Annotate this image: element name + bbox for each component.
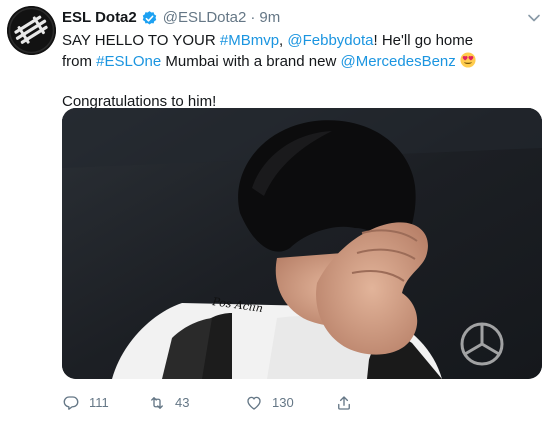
retweet-icon — [151, 397, 163, 409]
media-image[interactable]: Pos Aciin — [62, 108, 542, 379]
like-button[interactable]: 130 — [245, 393, 294, 413]
hashtag-eslone[interactable]: #ESLOne — [96, 53, 161, 70]
retweet-button[interactable]: 43 — [148, 393, 189, 413]
heart-eyes-emoji-icon — [460, 52, 476, 68]
share-button[interactable] — [335, 393, 353, 413]
handle[interactable]: @ESLDota2 — [163, 8, 247, 28]
reply-icon — [63, 396, 79, 410]
tweet-actions: 111 43 130 — [62, 393, 482, 413]
display-name[interactable]: ESL Dota2 — [62, 8, 137, 28]
verified-badge-icon — [142, 10, 156, 25]
reply-count: 111 — [89, 395, 109, 410]
separator: · — [250, 9, 256, 26]
tweet[interactable]: ESL Dota2 @ESLDota2 · 9m SAY HELLO TO YO… — [0, 0, 550, 423]
timestamp[interactable]: 9m — [259, 8, 280, 28]
tweet-text-lead: SAY HELLO TO YOUR — [62, 32, 220, 49]
player-photo: Pos Aciin — [62, 108, 542, 379]
like-count: 130 — [272, 395, 294, 410]
esl-logo-icon — [7, 6, 56, 55]
mention-mercedesbenz[interactable]: @MercedesBenz — [340, 53, 455, 70]
reply-button[interactable]: 111 — [62, 393, 109, 413]
tweet-text-middle-2: Mumbai with a brand new — [161, 53, 341, 70]
share-icon — [338, 396, 350, 410]
heart-icon — [247, 396, 261, 410]
chevron-down-icon[interactable] — [526, 10, 542, 26]
mention-febbydota[interactable]: @Febbydota — [287, 32, 373, 49]
avatar[interactable] — [7, 6, 56, 55]
tweet-header: ESL Dota2 @ESLDota2 · 9m — [62, 8, 542, 28]
retweet-count: 43 — [175, 395, 190, 410]
hashtag-mbmvp[interactable]: #MBmvp — [220, 32, 279, 49]
tweet-text: SAY HELLO TO YOUR #MBmvp, @Febbydota! He… — [62, 30, 482, 72]
